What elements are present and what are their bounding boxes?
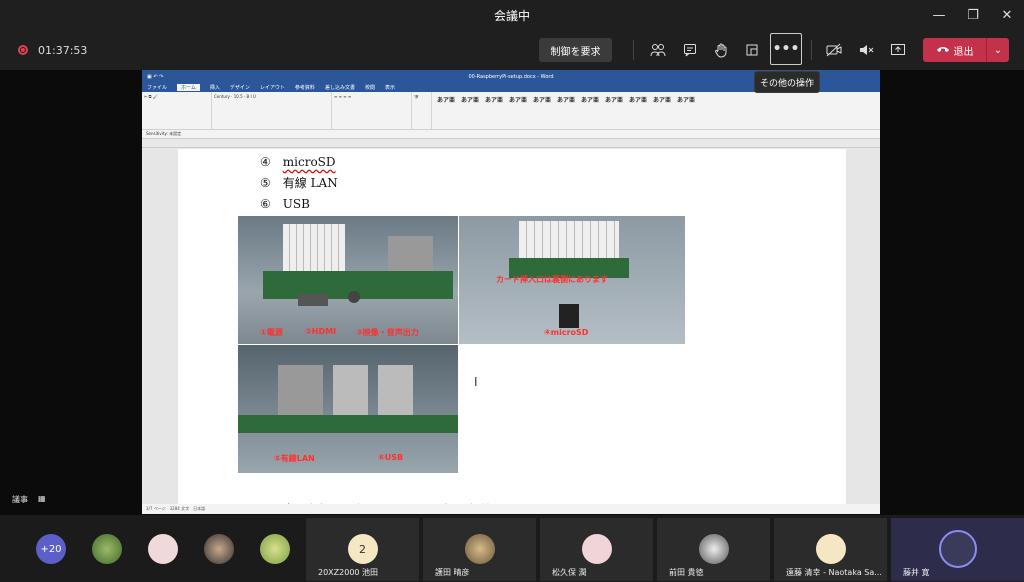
camera-off-icon[interactable] (820, 36, 848, 64)
numbered-list: ④ microSD ⑤ 有線 LAN ⑥ USB (260, 152, 338, 215)
style-item: あア亜 (484, 97, 503, 104)
document-page: ④ microSD ⑤ 有線 LAN ⑥ USB ①電源 ②HDMI ③映像・音声出力 (178, 149, 846, 514)
leave-button[interactable]: 退出 ⌄ (923, 38, 1009, 62)
list-item: ④ microSD (260, 155, 336, 169)
participant-avatar (698, 534, 729, 564)
style-item: あア亜 (436, 97, 455, 104)
participant-avatar (815, 534, 846, 564)
mic-muted-icon[interactable] (852, 36, 880, 64)
participant-avatar[interactable] (92, 534, 122, 564)
style-item: あア亜 (604, 97, 623, 104)
meeting-timer: 01:37:53 (38, 43, 88, 57)
word-tab: 表示 (384, 85, 395, 91)
participant-tile[interactable]: 松久保 潤 (540, 518, 653, 581)
word-statusbar: 3/7 ページ 3284 文字 日本語 (142, 504, 880, 514)
chat-icon[interactable] (676, 36, 704, 64)
style-item: あア亜 (580, 97, 599, 104)
caption-power: ①電源 (260, 328, 283, 337)
meeting-toolbar: 01:37:53 制御を要求 ••• 退出 ⌄ (0, 30, 1024, 70)
share-screen-icon[interactable] (884, 36, 912, 64)
minimize-icon[interactable]: — (922, 0, 956, 30)
raise-hand-icon[interactable] (707, 36, 735, 64)
participant-avatar[interactable] (260, 534, 290, 564)
chevron-down-icon[interactable]: ⌄ (987, 45, 1009, 56)
participant-name: 藤井 寛 (903, 568, 930, 577)
participant-name: 遠藤 清幸 - Naotaka Sa... (786, 568, 882, 577)
participant-tile[interactable]: 護田 晴彦 (423, 518, 536, 581)
participant-tile-self[interactable]: 藤井 寛 (891, 518, 1024, 581)
text-cursor-icon: I (474, 375, 478, 389)
close-icon[interactable]: ✕ (990, 0, 1024, 30)
caption-card-slot: カード挿入口は裏側にあります (496, 275, 608, 284)
rooms-icon[interactable] (738, 36, 766, 64)
phone-hangup-icon (936, 45, 950, 56)
styles-gallery: あア亜 あア亜 あア亜 あア亜 あア亜 あア亜 あア亜 あア亜 あア亜 あア亜 … (432, 92, 700, 129)
word-tab: 差し込み文書 (324, 85, 355, 91)
participant-avatar[interactable] (204, 534, 234, 564)
participant-name: 20XZ2000 池田 (318, 568, 379, 577)
photo-board-ports: ①電源 ②HDMI ③映像・音声出力 (238, 216, 458, 344)
shared-screen: ▣ ↶ ↷ 00-RaspberryPi-setup.docx - Word フ… (142, 70, 880, 514)
ruler (142, 139, 880, 148)
caption-hdmi: ②HDMI (305, 327, 337, 336)
participant-tile[interactable]: 遠藤 清幸 - Naotaka Sa... (774, 518, 887, 581)
font-group: Century · 10.5 · B I U (212, 92, 332, 129)
title-bar: 会議中 — ❐ ✕ (0, 0, 1024, 30)
toolbar-divider (633, 40, 634, 60)
style-item: あア亜 (652, 97, 671, 104)
word-tab: デザイン (229, 85, 250, 91)
style-item: あア亜 (532, 97, 551, 104)
participants-icon[interactable] (644, 36, 672, 64)
word-tab: レイアウト (259, 85, 285, 91)
word-tab: 校閲 (364, 85, 375, 91)
restore-icon[interactable]: ❐ (956, 0, 990, 30)
participant-avatar (581, 534, 612, 564)
style-item: あア亜 (508, 97, 527, 104)
more-actions-tooltip: その他の操作 (754, 71, 820, 93)
participant-avatar: 2 (347, 534, 378, 564)
stage-caption: 議事 (12, 495, 28, 504)
caption-lan: ⑤有線LAN (274, 454, 315, 463)
participant-name: 護田 晴彦 (435, 568, 470, 577)
participant-name: 松久保 潤 (552, 568, 587, 577)
list-item: ⑥ USB (260, 197, 310, 211)
leave-label: 退出 (953, 46, 974, 58)
participant-gallery: +20 2 20XZ2000 池田 護田 晴彦 松久保 潤 前田 貴徳 遠藤 清… (0, 515, 1024, 582)
style-item: あア亜 (556, 97, 575, 104)
participant-avatar (938, 530, 977, 568)
more-actions-button[interactable]: ••• (770, 33, 802, 65)
stage-layout-icon[interactable]: ▦ (38, 494, 46, 503)
caption-microsd: ④microSD (544, 328, 589, 337)
word-tab: 参考資料 (294, 85, 315, 91)
photo-card-slot: カード挿入口は裏側にあります ④microSD (459, 216, 685, 344)
word-ribbon: ✂ ⧉ 🖌 Century · 10.5 · B I U ≡ ≡ ≡ ≡ 🛡 あ… (142, 92, 880, 130)
document-area: ④ microSD ⑤ 有線 LAN ⑥ USB ①電源 ②HDMI ③映像・音声出力 (142, 149, 880, 514)
clipboard-group: ✂ ⧉ 🖌 (142, 92, 212, 129)
caption-usb: ⑥USB (378, 453, 404, 462)
participant-avatar (464, 534, 495, 564)
style-item: あア亜 (676, 97, 695, 104)
participant-tile[interactable]: 2 20XZ2000 池田 (306, 518, 419, 581)
caption-av: ③映像・音声出力 (356, 328, 419, 337)
word-tab: 挿入 (209, 85, 220, 91)
style-item: あア亜 (628, 97, 647, 104)
word-tab: ホーム (177, 84, 200, 91)
sensitivity-bar: Sensitivity: 未設定 (142, 130, 880, 139)
participant-tile[interactable]: 前田 貴徳 (657, 518, 770, 581)
list-item: ⑤ 有線 LAN (260, 176, 338, 190)
participant-avatar[interactable] (148, 534, 178, 564)
participant-name: 前田 貴徳 (669, 568, 704, 577)
recording-icon (18, 45, 28, 55)
toolbar-divider (811, 40, 812, 60)
protect-group: 🛡 (412, 92, 432, 129)
photo-lan-usb: ⑤有線LAN ⑥USB (238, 345, 458, 473)
window-title: 会議中 (493, 8, 530, 23)
word-tab: ファイル (147, 85, 168, 91)
overflow-count[interactable]: +20 (36, 534, 66, 564)
paragraph-group: ≡ ≡ ≡ ≡ (332, 92, 412, 129)
style-item: あア亜 (460, 97, 479, 104)
request-control-button[interactable]: 制御を要求 (539, 38, 612, 62)
